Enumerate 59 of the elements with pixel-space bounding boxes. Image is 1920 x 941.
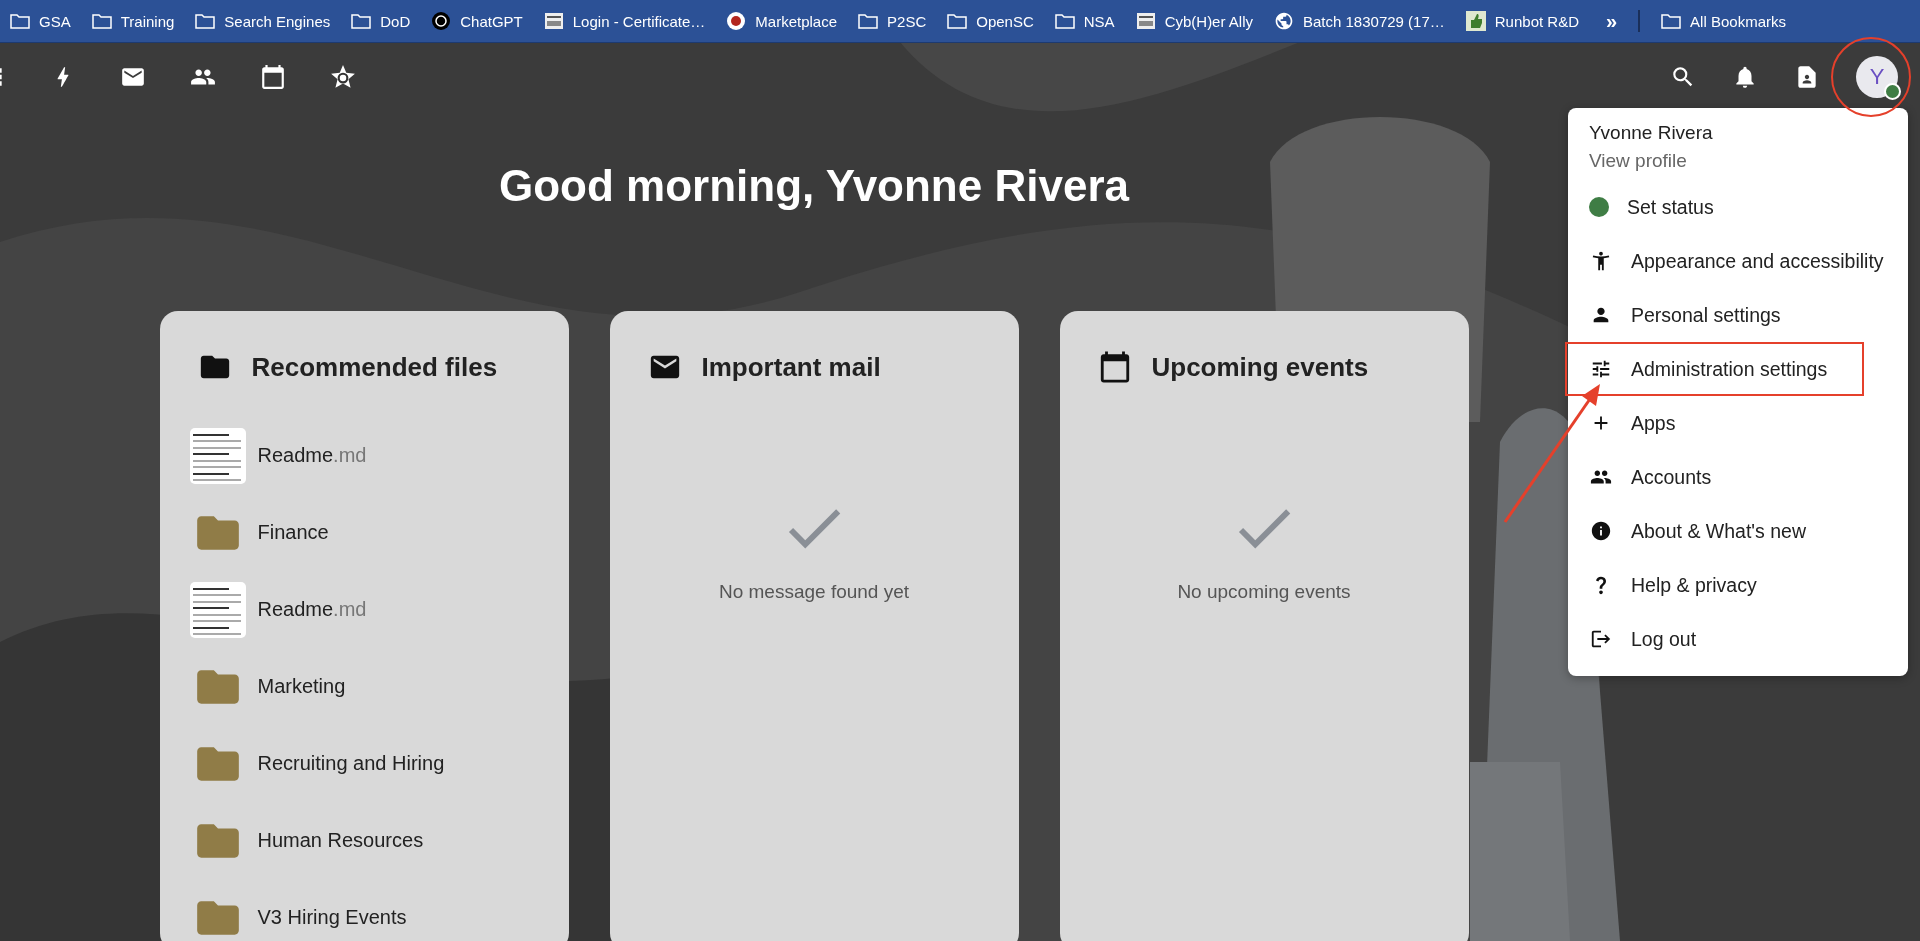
file-item[interactable]: Recruiting and Hiring xyxy=(189,725,569,802)
menu-item[interactable]: Administration settings xyxy=(1565,342,1864,396)
empty-message: No upcoming events xyxy=(1177,581,1351,603)
bookmark-link[interactable]: GSA xyxy=(10,12,71,30)
menu-item[interactable]: Log out xyxy=(1565,612,1908,666)
folder-icon xyxy=(195,13,216,29)
user-name: Yvonne Rivera xyxy=(1588,122,1714,144)
bookmark-link[interactable]: Batch 1830729 (17… xyxy=(1274,11,1445,31)
document-thumbnail xyxy=(189,581,246,638)
folder-icon xyxy=(1054,13,1075,29)
folder-icon xyxy=(947,13,968,29)
bookmark-link[interactable]: NSA xyxy=(1054,12,1115,30)
star-icon[interactable] xyxy=(330,64,356,90)
file-item[interactable]: Finance xyxy=(189,494,569,571)
card-title: Important mail xyxy=(701,351,881,383)
folder-icon xyxy=(858,13,879,29)
bookmark-link[interactable]: DoD xyxy=(351,12,411,30)
document-thumbnail xyxy=(189,427,246,484)
menu-item[interactable]: About & What's new xyxy=(1565,504,1908,558)
file-item[interactable]: Readme.md xyxy=(189,571,569,648)
bookmark-link[interactable]: Login - Certificate… xyxy=(543,11,706,31)
site-icon xyxy=(543,11,564,31)
bookmark-link[interactable]: ChatGPT xyxy=(431,11,523,31)
folder-icon xyxy=(91,13,112,29)
card-title: Upcoming events xyxy=(1151,351,1369,383)
file-item[interactable]: Marketing xyxy=(189,648,569,725)
menu-item[interactable]: Appearance and accessibility xyxy=(1565,234,1908,288)
menu-item[interactable]: Accounts xyxy=(1565,450,1908,504)
file-item[interactable]: Readme.md xyxy=(189,417,569,494)
bookmark-link[interactable]: OpenSC xyxy=(947,12,1034,30)
bookmark-link[interactable]: Search Engines xyxy=(195,12,331,30)
view-profile-link[interactable]: View profile xyxy=(1568,150,1687,172)
bookmark-link[interactable]: Runbot R&D xyxy=(1465,11,1579,31)
empty-message: No message found yet xyxy=(718,581,910,603)
folder-icon xyxy=(351,13,372,29)
file-item[interactable]: V3 Hiring Events xyxy=(189,879,569,941)
bookmark-link[interactable]: Marketplace xyxy=(726,11,838,31)
folder-icon xyxy=(1661,13,1682,29)
menu-item[interactable]: Personal settings xyxy=(1565,288,1908,342)
globe-icon xyxy=(1274,11,1294,31)
info-icon xyxy=(1589,520,1613,542)
logout-icon xyxy=(1589,628,1613,650)
folder-icon xyxy=(10,13,30,29)
file-item[interactable]: Human Resources xyxy=(189,802,569,879)
calendar-icon[interactable] xyxy=(260,64,286,90)
greeting-heading: Good morning, Yvonne Rivera xyxy=(499,161,1129,211)
bookmark-link[interactable]: All Bookmarks xyxy=(1661,12,1786,30)
menu-item[interactable]: Apps xyxy=(1565,396,1908,450)
bookmark-link[interactable]: Training xyxy=(91,12,175,30)
site-icon xyxy=(1135,11,1156,31)
thumbs-up-icon xyxy=(1465,11,1486,31)
bookmark-link[interactable]: Cyb(H)er Ally xyxy=(1135,11,1253,31)
site-icon xyxy=(726,11,747,31)
menu-item[interactable]: Help & privacy xyxy=(1565,558,1908,612)
site-icon xyxy=(431,11,452,31)
more-bookmarks-button[interactable]: » xyxy=(1606,9,1618,33)
bookmark-link[interactable]: P2SC xyxy=(858,12,927,30)
menu-item[interactable]: Set status xyxy=(1565,180,1908,234)
card-title: Recommended files xyxy=(251,351,498,383)
